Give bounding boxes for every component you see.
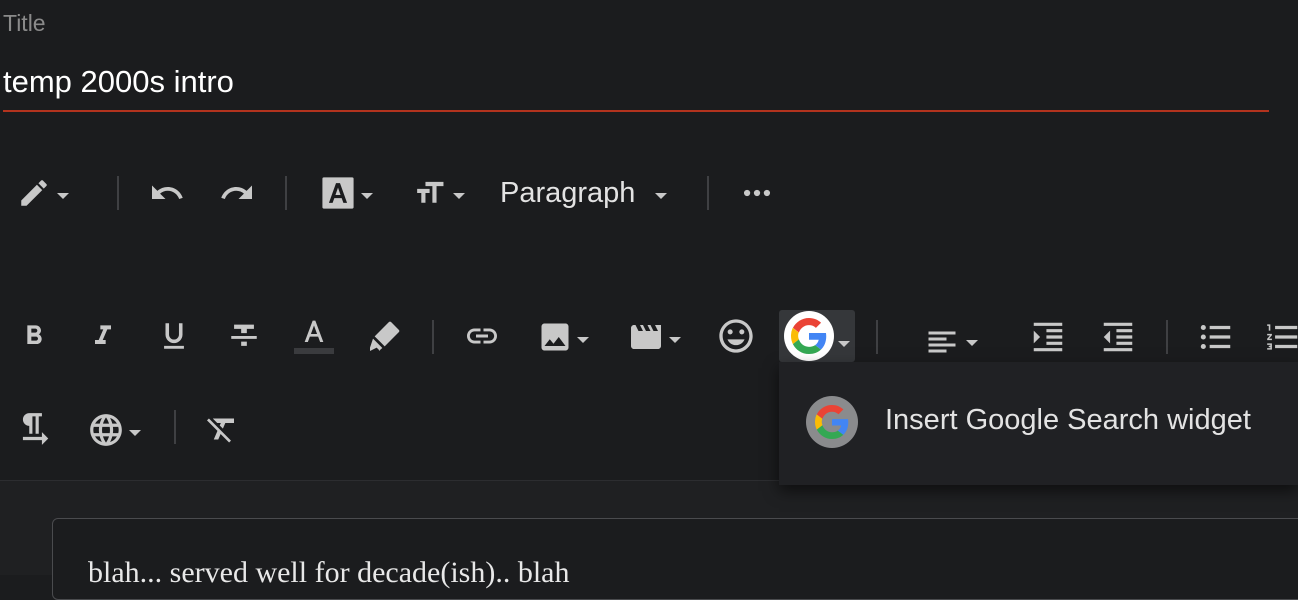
bulleted-list-button[interactable] xyxy=(1194,316,1238,358)
toolbar-divider xyxy=(432,320,434,354)
bulleted-list-icon xyxy=(1197,318,1235,356)
text-color-swatch xyxy=(294,348,334,354)
clear-format-button[interactable] xyxy=(202,408,242,450)
chevron-down-icon xyxy=(838,341,850,347)
italic-button[interactable] xyxy=(83,316,123,356)
block-format-label: Paragraph xyxy=(500,176,636,209)
toolbar-divider xyxy=(174,410,176,444)
video-button[interactable] xyxy=(622,316,686,358)
underline-icon xyxy=(157,319,191,353)
font-size-icon xyxy=(413,176,449,210)
google-icon xyxy=(784,311,834,361)
link-icon xyxy=(462,318,502,354)
undo-button[interactable] xyxy=(146,174,188,212)
image-button[interactable] xyxy=(532,316,594,358)
italic-icon xyxy=(87,320,119,352)
insert-google-search-widget-label: Insert Google Search widget xyxy=(885,404,1251,436)
toolbar-divider xyxy=(876,320,878,354)
toolbar-divider xyxy=(285,176,287,210)
align-button[interactable] xyxy=(916,318,986,360)
align-left-icon xyxy=(924,321,960,357)
google-icon xyxy=(806,396,858,448)
text-color-button[interactable] xyxy=(292,314,336,358)
chevron-down-icon xyxy=(453,193,465,199)
strikethrough-button[interactable] xyxy=(224,316,264,356)
toolbar-divider xyxy=(117,176,119,210)
highlight-icon xyxy=(365,316,405,356)
language-button[interactable] xyxy=(82,408,146,452)
redo-icon xyxy=(219,175,255,211)
strikethrough-icon xyxy=(227,319,261,353)
text-color-icon xyxy=(298,318,330,346)
bold-button[interactable] xyxy=(14,316,54,356)
numbered-list-icon xyxy=(1264,318,1298,356)
google-widget-dropdown: Insert Google Search widget xyxy=(779,362,1298,485)
clear-format-icon xyxy=(204,411,240,447)
indent-icon xyxy=(1029,318,1067,356)
toolbar-divider xyxy=(1166,320,1168,354)
title-label: Title xyxy=(3,10,46,36)
chevron-down-icon xyxy=(129,430,141,436)
highlight-button[interactable] xyxy=(362,314,408,358)
indent-button[interactable] xyxy=(1026,316,1070,358)
more-icon xyxy=(740,176,774,210)
pencil-icon xyxy=(17,176,51,210)
text-style-button[interactable] xyxy=(316,174,378,212)
block-format-dropdown[interactable]: Paragraph xyxy=(500,172,680,214)
image-icon xyxy=(537,319,573,355)
edit-mode-button[interactable] xyxy=(10,174,76,212)
editor-content-text[interactable]: blah... served well for decade(ish).. bl… xyxy=(88,556,569,590)
chevron-down-icon xyxy=(577,337,589,343)
paragraph-direction-button[interactable] xyxy=(14,408,54,450)
undo-icon xyxy=(149,175,185,211)
chevron-down-icon xyxy=(966,340,978,346)
underline-button[interactable] xyxy=(154,316,194,356)
paragraph-direction-icon xyxy=(15,410,53,448)
redo-button[interactable] xyxy=(216,174,258,212)
video-icon xyxy=(627,319,665,355)
outdent-icon xyxy=(1099,318,1137,356)
chevron-down-icon xyxy=(655,193,668,199)
globe-icon xyxy=(87,411,125,449)
bold-icon xyxy=(18,320,50,352)
chevron-down-icon xyxy=(669,337,681,343)
numbered-list-button[interactable] xyxy=(1264,316,1298,358)
link-button[interactable] xyxy=(460,316,504,356)
chevron-down-icon xyxy=(361,193,373,199)
text-style-icon xyxy=(321,176,355,210)
title-input[interactable] xyxy=(3,64,1269,112)
outdent-button[interactable] xyxy=(1096,316,1140,358)
google-search-widget-button[interactable] xyxy=(779,310,855,362)
chevron-down-icon xyxy=(57,193,69,199)
insert-google-search-widget-item[interactable]: Insert Google Search widget xyxy=(779,390,1298,450)
more-button[interactable] xyxy=(736,174,778,212)
emoji-icon xyxy=(716,316,756,356)
emoji-button[interactable] xyxy=(714,314,758,358)
font-size-button[interactable] xyxy=(408,174,470,212)
toolbar-divider xyxy=(707,176,709,210)
